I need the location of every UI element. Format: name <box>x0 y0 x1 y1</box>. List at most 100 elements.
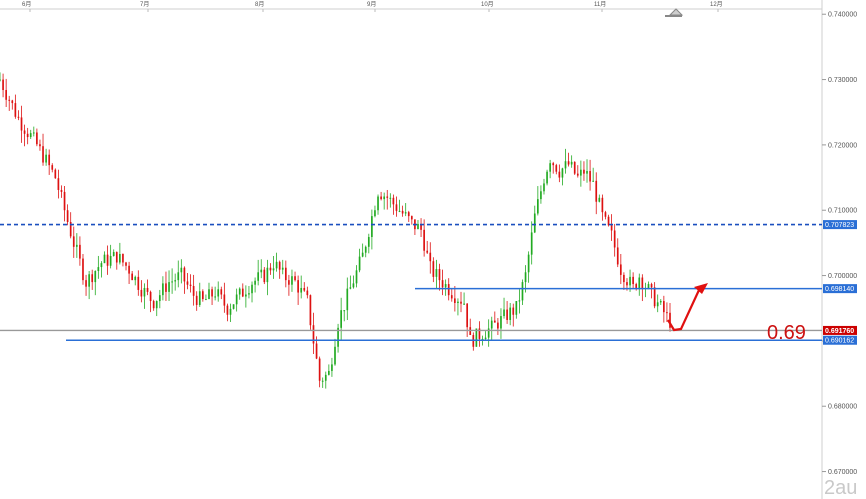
candle-body <box>441 280 444 288</box>
candle <box>309 294 312 330</box>
candle-body <box>503 309 505 317</box>
candle-body <box>613 230 616 248</box>
candle-body <box>119 254 121 263</box>
candle-body <box>324 374 327 381</box>
candle-body <box>401 210 404 214</box>
candle-body <box>573 161 576 174</box>
candle-body <box>272 268 275 271</box>
candle-body <box>306 290 309 296</box>
candle-body <box>638 277 641 288</box>
candle-body <box>149 291 152 302</box>
candle-body <box>189 284 192 287</box>
y-tick-label: 0.710000 <box>828 208 857 215</box>
candle-body <box>300 287 303 293</box>
candle-body <box>309 295 312 326</box>
candle-body <box>540 191 542 200</box>
candle-body <box>346 288 349 311</box>
candle-body <box>490 320 493 329</box>
candle-body <box>115 252 118 263</box>
candle-body <box>217 289 220 297</box>
candle-body <box>604 212 607 217</box>
candle-body <box>570 161 573 165</box>
candle-body <box>527 254 530 273</box>
candle-body <box>583 169 585 174</box>
candle-body <box>592 180 595 182</box>
candle-body <box>180 267 183 273</box>
candle-body <box>318 358 321 381</box>
candle-body <box>334 346 336 365</box>
candle-body <box>251 284 253 294</box>
y-tick-label: 0.730000 <box>828 77 857 84</box>
candle-body <box>291 276 293 285</box>
candle-body <box>39 144 41 147</box>
candle-body <box>586 171 588 174</box>
candle-body <box>595 180 598 202</box>
candle-body <box>205 299 207 301</box>
price-level-label: 0.707823 <box>825 222 854 229</box>
candle-body <box>223 294 226 306</box>
candle-body <box>383 196 386 200</box>
candle-body <box>589 171 591 182</box>
candle-body <box>328 370 330 375</box>
candle-body <box>598 197 601 202</box>
candle-body <box>623 274 625 283</box>
candle-body <box>404 212 407 214</box>
candle-body <box>450 295 453 299</box>
candle-body <box>79 244 81 259</box>
candle-body <box>177 272 180 281</box>
annotation-text: 0.69 <box>767 322 806 344</box>
candle-body <box>647 284 650 288</box>
candle-body <box>377 196 379 211</box>
candle-body <box>75 244 78 247</box>
candle-body <box>45 154 47 163</box>
candle-body <box>232 304 235 309</box>
candle-body <box>417 223 419 230</box>
candle-body <box>398 210 401 212</box>
candle-body <box>137 276 140 290</box>
candle-body <box>241 288 244 297</box>
candle-body <box>63 191 66 211</box>
candle-body <box>238 288 241 295</box>
candle-body <box>260 269 263 273</box>
candle-body <box>208 289 210 300</box>
candle-body <box>438 269 441 281</box>
candle-body <box>355 270 358 284</box>
candle-body <box>561 168 564 178</box>
candle-body <box>168 282 170 292</box>
candle-body <box>518 300 521 302</box>
candle-body <box>275 261 278 269</box>
candle-body <box>51 165 54 170</box>
candle-body <box>278 261 281 270</box>
price-chart: 6月 7月 8月 9月 10月 11月 12月 0.740000 0.730000 0.7200… <box>0 0 866 499</box>
candle-body <box>395 204 398 211</box>
candle-body <box>364 246 367 253</box>
candle-body <box>281 267 284 270</box>
candle-body <box>42 146 44 163</box>
candle-body <box>36 132 38 145</box>
candle-body <box>546 171 548 184</box>
candle-body <box>512 307 515 315</box>
candle-body <box>54 169 57 179</box>
candle-body <box>641 277 644 289</box>
candle-body <box>389 197 392 199</box>
candle-body <box>106 254 109 266</box>
candle-body <box>610 225 613 231</box>
price-level-label: 0.698140 <box>825 286 854 293</box>
candle-body <box>183 267 186 282</box>
candle-body <box>146 287 149 292</box>
candle-body <box>410 216 413 220</box>
candle-body <box>103 254 106 264</box>
candle-body <box>543 183 545 192</box>
candle-body <box>321 380 324 382</box>
candle-body <box>97 267 100 271</box>
candle-body <box>567 161 570 165</box>
candle-body <box>331 364 333 371</box>
candle <box>82 254 84 285</box>
candle-body <box>158 295 161 302</box>
x-tick-label: 6月 <box>22 1 31 8</box>
candle-body <box>656 302 659 307</box>
candle-body <box>8 99 11 101</box>
candle-body <box>521 282 524 301</box>
candle <box>475 328 478 347</box>
candle-body <box>229 308 232 315</box>
